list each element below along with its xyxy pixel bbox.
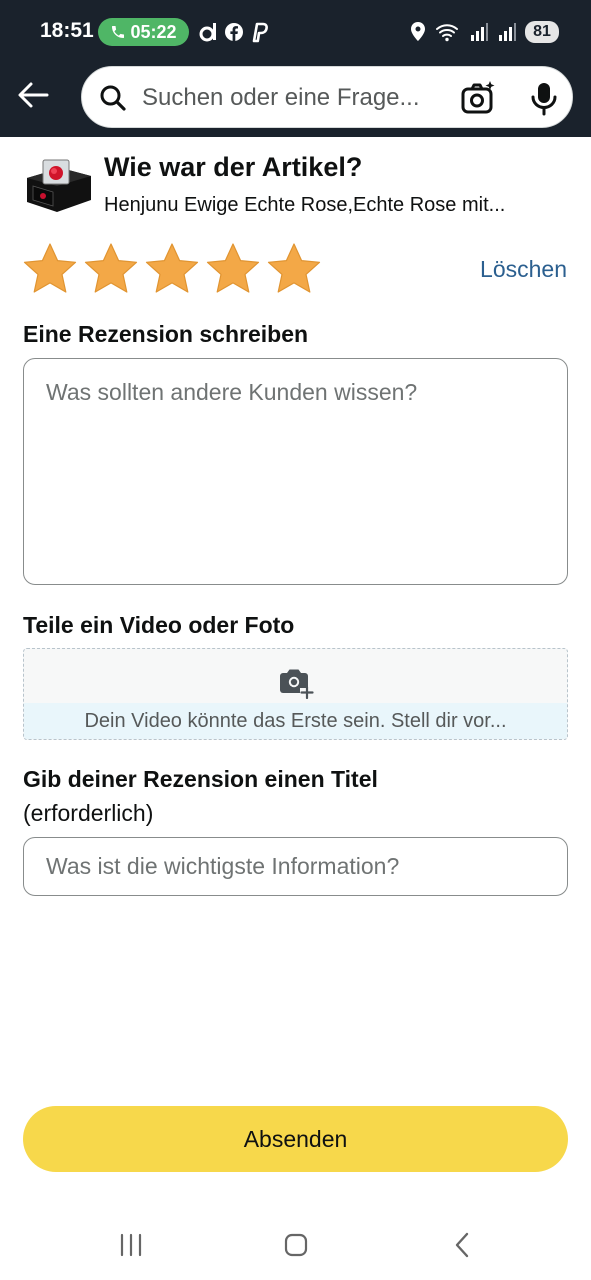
call-pill[interactable]: 05:22 xyxy=(98,18,189,46)
add-photo-icon xyxy=(280,669,314,699)
home-icon xyxy=(284,1233,308,1257)
signal-icon xyxy=(471,23,488,41)
home-button[interactable] xyxy=(276,1230,316,1260)
camera-search-icon[interactable] xyxy=(460,80,496,116)
star-1-icon[interactable] xyxy=(23,242,77,296)
back-button[interactable] xyxy=(14,76,52,114)
review-title-input[interactable]: Was ist die wichtigste Information? xyxy=(23,837,568,896)
call-timer: 05:22 xyxy=(130,21,177,42)
review-textarea[interactable]: Was sollten andere Kunden wissen? xyxy=(23,358,568,585)
status-time: 18:51 xyxy=(40,19,94,42)
product-name: Henjunu Ewige Echte Rose,Echte Rose mit.… xyxy=(104,194,506,216)
location-icon xyxy=(411,22,425,41)
clear-rating-link[interactable]: Löschen xyxy=(480,256,567,283)
submit-button[interactable]: Absenden xyxy=(23,1106,568,1172)
media-upload-hint: Dein Video könnte das Erste sein. Stell … xyxy=(24,703,567,739)
star-3-icon[interactable] xyxy=(145,242,199,296)
facebook-icon xyxy=(225,23,243,41)
system-nav-bar xyxy=(0,1210,591,1280)
status-bar: 18:51 05:22 81 xyxy=(0,0,591,64)
title-label: Gib deiner Rezension einen Titel xyxy=(23,766,378,792)
system-back-icon xyxy=(455,1232,469,1258)
media-label: Teile ein Video oder Foto xyxy=(23,612,295,638)
search-bar[interactable]: Suchen oder eine Frage... xyxy=(81,66,573,128)
phone-icon xyxy=(112,26,125,38)
star-4-icon[interactable] xyxy=(206,242,260,296)
status-icons: 81 xyxy=(409,18,559,46)
title-required-note: (erforderlich) xyxy=(23,800,154,826)
review-label: Eine Rezension schreiben xyxy=(23,321,309,347)
product-thumbnail xyxy=(27,159,91,212)
product-summary: Wie war der Artikel? Henjunu Ewige Echte… xyxy=(23,150,573,220)
media-upload-area[interactable]: Dein Video könnte das Erste sein. Stell … xyxy=(23,648,568,740)
back-arrow-icon xyxy=(18,82,49,108)
star-5-icon[interactable] xyxy=(267,242,321,296)
search-input[interactable]: Suchen oder eine Frage... xyxy=(142,81,452,115)
system-back-button[interactable] xyxy=(442,1230,482,1260)
microphone-icon[interactable] xyxy=(526,80,562,116)
star-rating[interactable] xyxy=(23,242,321,298)
wifi-icon xyxy=(436,24,458,42)
recent-apps-button[interactable] xyxy=(111,1230,151,1260)
rating-question: Wie war der Artikel? xyxy=(104,152,363,182)
search-icon xyxy=(100,85,126,111)
app-header: Suchen oder eine Frage... xyxy=(0,64,591,137)
recent-apps-icon xyxy=(120,1233,142,1257)
paypal-icon xyxy=(252,22,268,43)
signal-icon xyxy=(499,23,516,41)
battery-level: 81 xyxy=(525,21,559,43)
star-2-icon[interactable] xyxy=(84,242,138,296)
d-app-icon xyxy=(199,23,216,42)
